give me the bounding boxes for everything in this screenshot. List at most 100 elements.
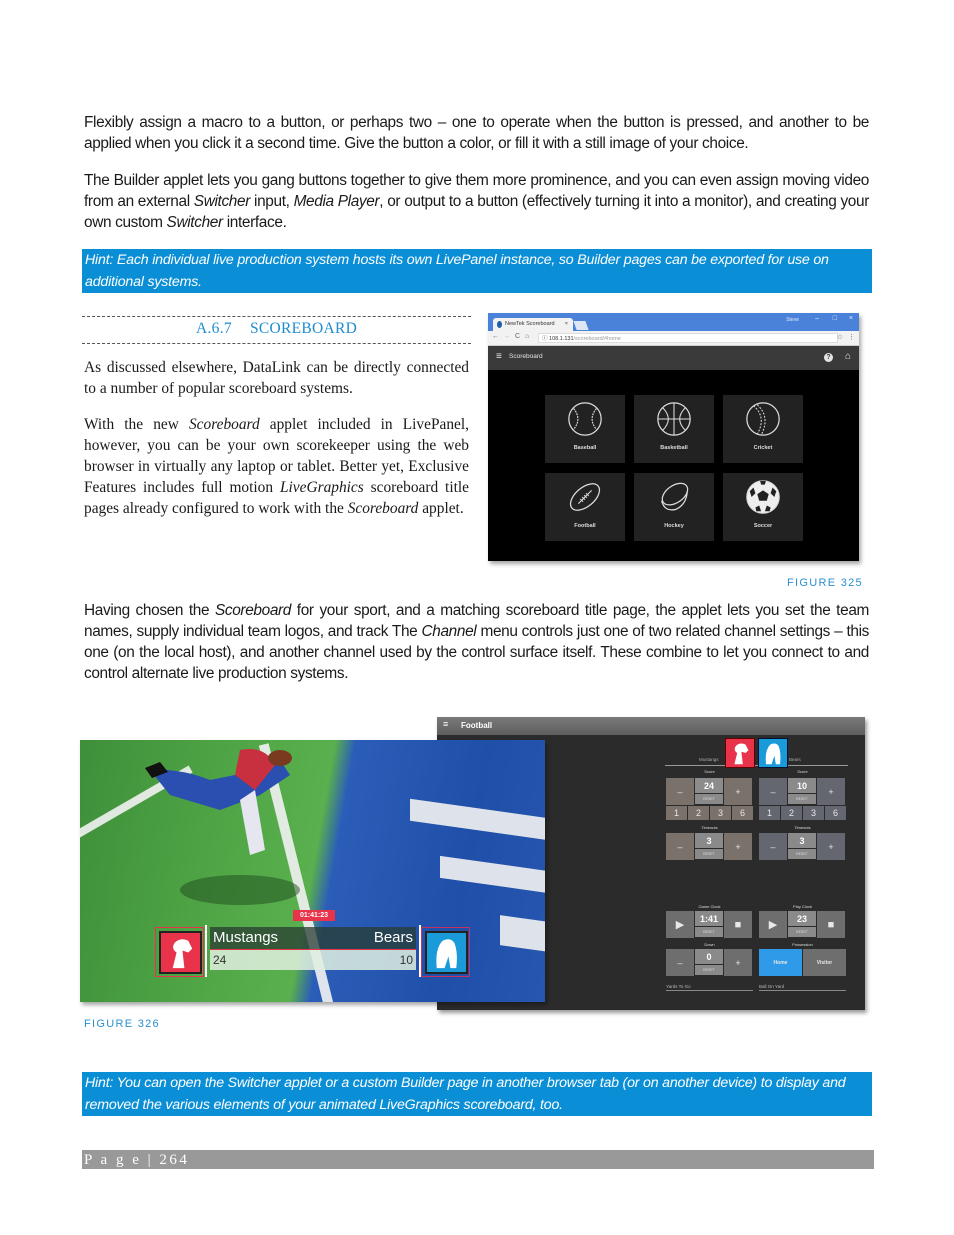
figure-caption: FIGURE 326 (84, 1018, 160, 1030)
football-players-image (145, 749, 300, 905)
ball-on-yard-input[interactable]: Ball On Yard (759, 984, 846, 991)
text: interface. (222, 214, 287, 231)
away-team-logo[interactable] (758, 738, 788, 768)
help-icon[interactable]: ? (824, 353, 833, 362)
section-heading: A.6.7 SCOREBOARD (196, 320, 357, 338)
section-number: A.6.7 (196, 320, 232, 337)
sport-grid: Baseball Basketball Cricket Football Hoc… (545, 395, 805, 541)
away-add-1-button[interactable]: 1 (759, 806, 780, 820)
page-footer: P a g e | 264 (82, 1150, 874, 1169)
play-clock-play-button[interactable]: ▶ (759, 911, 787, 938)
home-timeouts-value: 3 (695, 833, 723, 848)
away-add-6-button[interactable]: 6 (825, 806, 846, 820)
away-add-3-button[interactable]: 3 (803, 806, 824, 820)
down-plus-button[interactable]: + (724, 949, 752, 976)
new-tab-button[interactable] (573, 321, 589, 330)
switcher-term: Switcher (193, 193, 251, 210)
hamburger-menu-icon[interactable]: ≡ (443, 719, 448, 729)
switcher-term: Switcher (166, 214, 224, 231)
app-title: Scoreboard (509, 353, 543, 360)
home-score-plus-button[interactable]: + (724, 778, 752, 805)
section-heading-box: A.6.7 SCOREBOARD (82, 316, 471, 344)
sport-tile-football[interactable]: Football (545, 473, 625, 541)
reload-icon[interactable]: C (515, 333, 520, 340)
browser-user[interactable]: Steve (786, 317, 799, 323)
game-clock-label: Game Clock (698, 904, 721, 909)
home-add-1-button[interactable]: 1 (666, 806, 687, 820)
page-label: P a g e (84, 1152, 142, 1168)
away-timeouts-plus-button[interactable]: + (817, 833, 845, 860)
away-add-2-button[interactable]: 2 (781, 806, 802, 820)
url-input[interactable]: ⓘ 108.1.131/scoreboard/#home (538, 333, 838, 343)
livegraphics-term: LiveGraphics (279, 479, 364, 496)
down-label: Down (704, 942, 715, 947)
panel-title-bar: ≡ Football (437, 717, 865, 735)
away-score-value: 10 (788, 778, 816, 793)
timeouts-label: Timeouts (794, 825, 811, 830)
paragraph: With the new Scoreboard applet included … (84, 414, 469, 519)
home-add-3-button[interactable]: 3 (710, 806, 731, 820)
away-score-plus-button[interactable]: + (817, 778, 845, 805)
window-close-icon[interactable]: × (849, 315, 853, 322)
possession-visitor-button[interactable]: Visitor (803, 949, 846, 976)
media-player-term: Media Player (293, 193, 380, 210)
home-timeouts-plus-button[interactable]: + (724, 833, 752, 860)
info-icon: ⓘ (542, 336, 548, 342)
home-score-reset-button[interactable]: RESET (695, 794, 723, 804)
sport-tile-baseball[interactable]: Baseball (545, 395, 625, 463)
home-score-minus-button[interactable]: – (666, 778, 694, 805)
timeouts-label: Timeouts (701, 825, 718, 830)
hamburger-menu-icon[interactable]: ≡ (496, 351, 502, 362)
game-clock-reset-button[interactable]: RESET (695, 927, 723, 937)
play-clock-stop-button[interactable]: ■ (817, 911, 845, 938)
hockey-puck-icon (661, 482, 689, 511)
back-icon[interactable]: ← (492, 333, 499, 340)
home-add-6-button[interactable]: 6 (732, 806, 753, 820)
app-home-icon[interactable]: ⌂ (845, 351, 851, 362)
minimize-icon[interactable]: – (815, 315, 819, 322)
sport-tile-hockey[interactable]: Hockey (634, 473, 714, 541)
away-timeouts-minus-button[interactable]: – (759, 833, 787, 860)
yards-to-go-input[interactable]: Yards To Go (666, 984, 753, 991)
home-timeouts-reset-button[interactable]: RESET (695, 849, 723, 859)
sport-label: Football (574, 523, 596, 529)
channel-term: Channel (421, 623, 477, 640)
browser-tab[interactable]: NewTek Scoreboard × (493, 318, 573, 331)
horse-head-icon (172, 939, 193, 969)
favicon-icon (497, 321, 502, 328)
score-label: Score (704, 769, 715, 774)
play-clock-value: 23 (788, 911, 816, 926)
baseball-icon (568, 402, 602, 436)
text: Having chosen the (84, 602, 215, 619)
down-reset-button[interactable]: RESET (695, 965, 723, 975)
forward-icon[interactable]: → (503, 333, 510, 340)
scoreboard-description: As discussed elsewhere, DataLink can be … (84, 357, 469, 534)
home-timeouts-minus-button[interactable]: – (666, 833, 694, 860)
page-number: 264 (159, 1152, 190, 1168)
away-timeouts-reset-button[interactable]: RESET (788, 849, 816, 859)
maximize-icon[interactable]: □ (833, 315, 837, 322)
home-icon[interactable]: ⌂ (525, 333, 529, 340)
horse-head-icon (734, 743, 749, 765)
tab-close-icon[interactable]: × (565, 318, 568, 331)
play-clock-reset-button[interactable]: RESET (788, 927, 816, 937)
sport-tile-soccer[interactable]: Soccer (723, 473, 803, 541)
body-paragraph: Having chosen the Scoreboard for your sp… (84, 600, 869, 684)
sport-label: Baseball (573, 445, 597, 451)
browser-menu-icon[interactable]: ⋮ (848, 333, 855, 341)
bookmark-star-icon[interactable]: ☆ (837, 333, 843, 341)
home-team-logo[interactable] (725, 738, 755, 768)
sport-tile-basketball[interactable]: Basketball (634, 395, 714, 463)
down-minus-button[interactable]: – (666, 949, 694, 976)
away-score-minus-button[interactable]: – (759, 778, 787, 805)
game-clock-play-button[interactable]: ▶ (666, 911, 694, 938)
scoreboard-term: Scoreboard (214, 602, 292, 619)
home-add-2-button[interactable]: 2 (688, 806, 709, 820)
sport-label: Basketball (660, 445, 688, 451)
game-clock-display: 01:41:23 (293, 910, 335, 921)
away-score-reset-button[interactable]: RESET (788, 794, 816, 804)
sport-tile-cricket[interactable]: Cricket (723, 395, 803, 463)
game-clock-stop-button[interactable]: ■ (724, 911, 752, 938)
possession-home-button[interactable]: Home (759, 949, 802, 976)
home-logo-frame (155, 927, 204, 977)
